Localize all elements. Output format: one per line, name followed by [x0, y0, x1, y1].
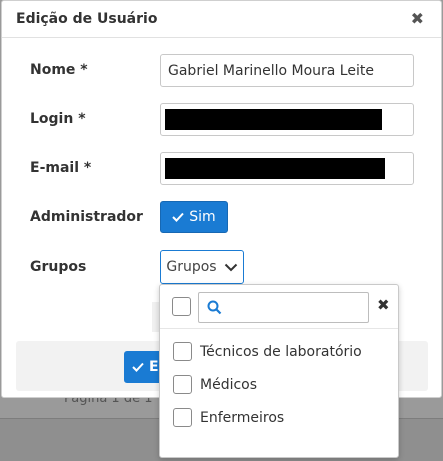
check-icon: [172, 212, 185, 222]
modal-title: Edição de Usuário: [16, 11, 158, 27]
item-checkbox[interactable]: [173, 408, 192, 427]
grupos-button-label: Grupos: [166, 259, 217, 275]
list-item[interactable]: Técnicos de laboratório: [173, 342, 362, 361]
login-redaction: [165, 109, 382, 130]
admin-toggle-button[interactable]: Sim: [160, 201, 228, 233]
item-label: Enfermeiros: [200, 409, 285, 426]
item-checkbox[interactable]: [173, 375, 192, 394]
list-item[interactable]: Médicos: [173, 375, 257, 394]
nome-label: Nome *: [30, 62, 88, 78]
grupos-dropdown-button[interactable]: Grupos: [160, 250, 244, 284]
close-icon[interactable]: ✖: [411, 11, 424, 27]
list-item[interactable]: Enfermeiros: [173, 408, 284, 427]
grupos-dropdown-panel: ✖ Técnicos de laboratório Médicos Enferm…: [159, 284, 399, 458]
item-label: Técnicos de laboratório: [200, 343, 362, 360]
search-icon: [207, 300, 222, 315]
item-checkbox[interactable]: [173, 342, 192, 361]
nome-value: Gabriel Marinello Moura Leite: [168, 62, 374, 79]
check-icon: [132, 362, 144, 372]
select-all-checkbox[interactable]: [172, 297, 191, 316]
email-redaction: [165, 158, 385, 179]
chevron-down-icon: [224, 263, 237, 271]
save-button-label: E: [149, 359, 159, 375]
modal-header: Edição de Usuário ✖: [2, 1, 441, 38]
login-input[interactable]: [160, 103, 414, 136]
admin-button-label: Sim: [189, 209, 216, 225]
grupos-label: Grupos: [30, 259, 87, 275]
email-label: E-mail *: [30, 160, 92, 176]
clear-icon[interactable]: ✖: [377, 298, 390, 313]
save-button[interactable]: E: [124, 351, 164, 383]
login-label: Login *: [30, 111, 86, 127]
item-label: Médicos: [200, 376, 258, 393]
nome-input[interactable]: Gabriel Marinello Moura Leite: [160, 54, 414, 87]
admin-label: Administrador: [30, 209, 143, 225]
email-input[interactable]: [160, 152, 414, 185]
search-input[interactable]: [228, 300, 358, 315]
dropdown-search[interactable]: [198, 292, 369, 323]
dropdown-header: ✖: [160, 285, 398, 329]
